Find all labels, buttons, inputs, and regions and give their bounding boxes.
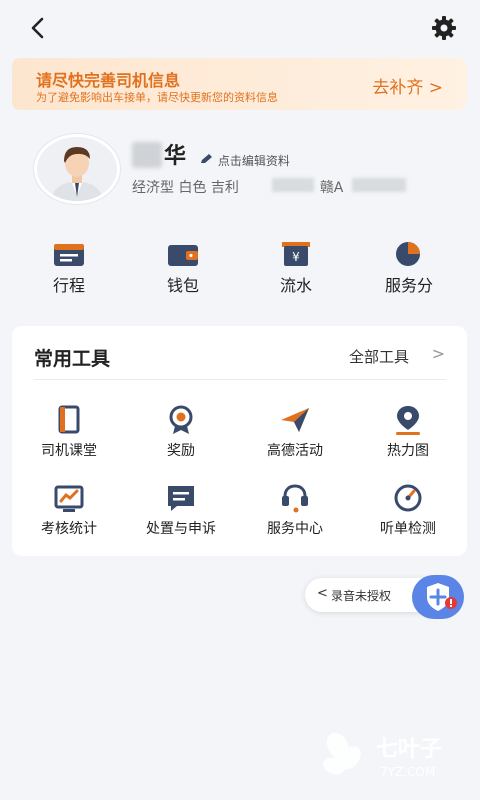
driver-avatar-icon (51, 147, 103, 201)
tool-rewards[interactable]: 奖励 (126, 404, 236, 464)
car-brand: 吉利 (210, 180, 239, 196)
tools-title: 常用工具 (34, 348, 111, 370)
wallet-icon (168, 245, 198, 266)
car-type: 经济型 (132, 180, 174, 196)
service-score-icon (396, 242, 420, 266)
complete-info-banner[interactable]: 请尽快完善司机信息 为了避免影响出车接单，请尽快更新您的资料信息 去补齐 > (12, 58, 467, 110)
paper-plane-icon (281, 408, 309, 432)
leaf-logo-icon: 七叶子 7YZ.COM (323, 732, 442, 779)
tool-service-center[interactable]: 服务中心 (240, 482, 350, 542)
gear-icon[interactable] (430, 14, 458, 42)
chevron-left-icon: < (317, 586, 328, 601)
book-icon (58, 405, 80, 434)
quick-link-wallet[interactable]: 钱包 (138, 238, 228, 298)
driver-name: 华 (164, 144, 187, 169)
banner-subtitle: 为了避免影响出车接单，请尽快更新您的资料信息 (36, 91, 278, 104)
top-bar (0, 0, 480, 56)
quick-link-service-score[interactable]: 服务分 (364, 238, 454, 298)
message-icon (168, 486, 194, 511)
tool-label: 高德活动 (267, 443, 323, 459)
tool-heatmap[interactable]: 热力图 (353, 404, 463, 464)
car-model-blur (272, 178, 314, 192)
quick-link-label: 钱包 (166, 276, 199, 295)
gauge-icon (394, 484, 422, 512)
tool-appeal[interactable]: 处置与申诉 (126, 482, 236, 542)
pencil-icon (201, 154, 212, 163)
edit-profile-link[interactable]: 点击编辑资料 (200, 152, 290, 169)
watermark-cn: 七叶子 (376, 737, 442, 762)
divider (34, 379, 446, 380)
tool-driver-class[interactable]: 司机课堂 (14, 404, 124, 464)
medal-icon (169, 405, 193, 434)
tool-label: 热力图 (387, 443, 429, 459)
banner-action-link[interactable]: 去补齐 > (372, 73, 443, 98)
location-pin-icon (396, 406, 420, 435)
plate-blur (352, 178, 406, 192)
cashflow-icon: ¥ (282, 242, 310, 266)
avatar[interactable] (34, 134, 120, 204)
recording-label: 录音未授权 (331, 589, 392, 603)
tool-label: 考核统计 (41, 521, 97, 537)
shield-icon (427, 583, 457, 611)
quick-link-label: 服务分 (384, 276, 433, 295)
watermark: 七叶子 7YZ.COM (318, 724, 468, 784)
quick-link-label: 流水 (279, 276, 312, 295)
chevron-left-icon[interactable] (26, 14, 50, 42)
tool-label: 听单检测 (380, 521, 436, 537)
quick-link-cashflow[interactable]: ¥ 流水 (251, 238, 341, 298)
svg-text:¥: ¥ (292, 250, 300, 264)
quick-link-trip[interactable]: 行程 (24, 238, 114, 298)
trip-icon (54, 244, 84, 266)
all-tools-link[interactable]: 全部工具 (349, 346, 409, 367)
safety-shield-button[interactable] (412, 575, 464, 619)
tool-order-detection[interactable]: 听单检测 (353, 482, 463, 542)
chevron-right-icon[interactable]: > (432, 344, 445, 363)
watermark-en: 7YZ.COM (380, 765, 435, 779)
edit-profile-label: 点击编辑资料 (217, 154, 290, 168)
headset-icon (282, 484, 308, 513)
tool-amap-activity[interactable]: 高德活动 (240, 404, 350, 464)
quick-link-label: 行程 (52, 276, 85, 295)
tool-label: 处置与申诉 (146, 521, 216, 537)
tool-label: 服务中心 (267, 521, 323, 537)
tool-label: 司机课堂 (41, 443, 97, 459)
plate-number: 赣A (319, 180, 344, 196)
chart-icon (54, 485, 84, 512)
tools-card: 常用工具 全部工具 > 司机课堂 奖励 高德活动 热力图 考核统计 处置与申诉 … (12, 326, 467, 556)
car-color: 白色 (178, 180, 207, 196)
banner-title: 请尽快完善司机信息 (36, 71, 181, 90)
tool-label: 奖励 (167, 443, 195, 459)
name-blur (132, 142, 162, 168)
tool-assessment-stats[interactable]: 考核统计 (14, 482, 124, 542)
